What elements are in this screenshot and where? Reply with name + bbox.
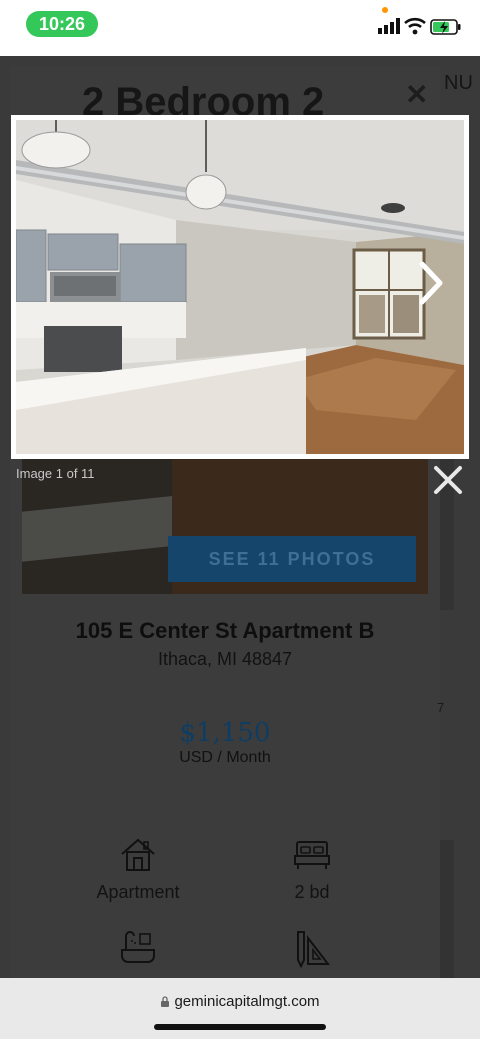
feature-label-type: Apartment: [96, 882, 180, 902]
status-time: 10:26: [26, 11, 98, 37]
feature-label-bedrooms: 2 bd: [294, 882, 330, 902]
image-counter: Image 1 of 11: [16, 466, 95, 481]
listing-price: $1,150: [179, 718, 271, 748]
battery-charging-icon: [430, 19, 461, 35]
ruler-pencil-icon: [297, 931, 331, 968]
home-indicator[interactable]: [154, 1024, 326, 1030]
listing-close-icon: ✕: [405, 79, 429, 110]
price-unit: USD / Month: [179, 749, 271, 766]
lock-icon: [161, 996, 170, 1007]
kitchen-living-room-photo: [16, 120, 464, 454]
see-photos-button: SEE 11 PHOTOS: [168, 536, 416, 582]
bath-icon: [121, 931, 155, 963]
privacy-indicator: [382, 7, 388, 13]
menu-label-fragment: NU: [444, 72, 473, 94]
listing-city: Ithaca, MI 48847: [157, 649, 293, 669]
close-icon[interactable]: [430, 462, 466, 498]
lightbox-photo[interactable]: [16, 120, 464, 454]
chevron-right-icon[interactable]: [410, 258, 450, 308]
status-bar: 10:26: [0, 0, 480, 56]
cellular-signal-icon: [378, 18, 400, 34]
url-text: geminicapitalmgt.com: [174, 993, 320, 1010]
wifi-icon: [404, 17, 426, 35]
bed-icon: [294, 841, 330, 869]
side-digit: 7: [437, 700, 445, 715]
house-icon: [121, 838, 155, 871]
browser-address-bar[interactable]: geminicapitalmgt.com: [0, 978, 480, 1039]
side-panel-peek-lower: [440, 840, 454, 980]
listing-address: 105 E Center St Apartment B: [75, 618, 375, 643]
url-row[interactable]: geminicapitalmgt.com: [0, 993, 480, 1010]
